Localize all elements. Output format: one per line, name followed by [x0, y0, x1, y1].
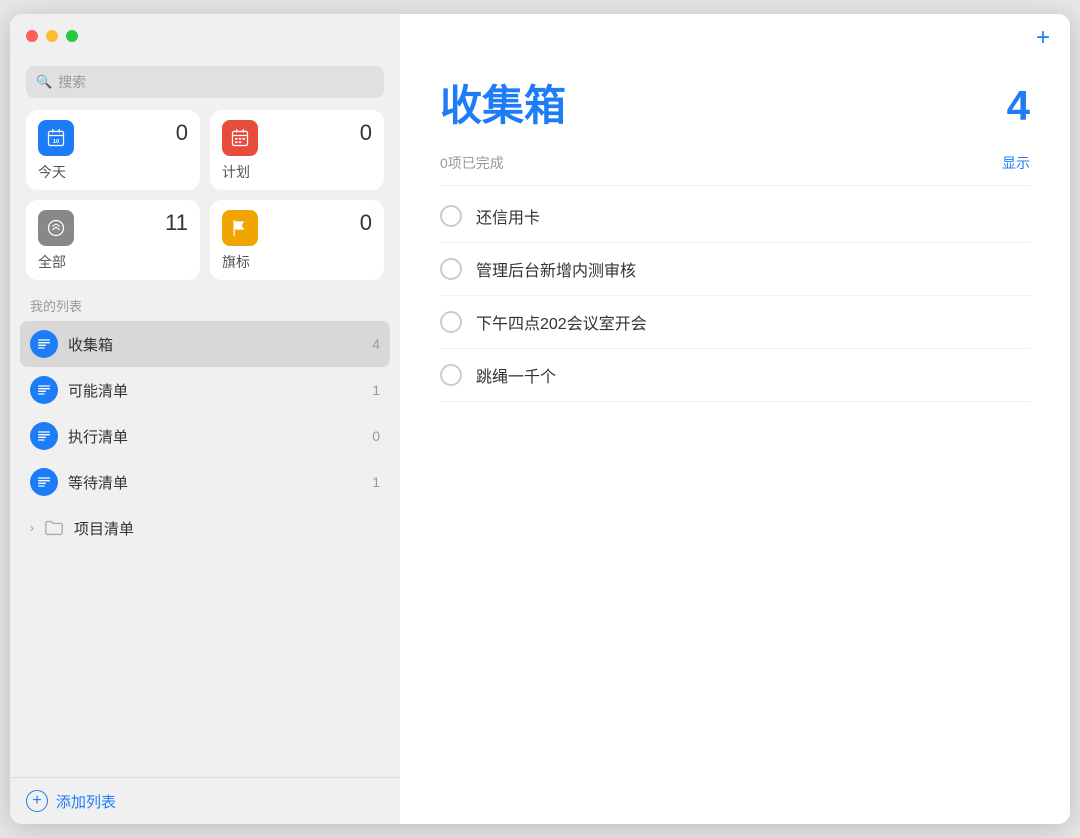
list-item-inbox[interactable]: 收集箱 4	[20, 321, 390, 367]
main-content: + 收集箱 4 0项已完成 显示 还信用卡 管理后台新增内测审核	[400, 14, 1070, 824]
list-item-maybe-count: 1	[372, 382, 380, 398]
smart-card-all[interactable]: 11 全部	[26, 200, 200, 280]
close-button[interactable]	[26, 30, 38, 42]
list-item-inbox-label: 收集箱	[68, 334, 362, 355]
list-item-inbox-icon	[30, 330, 58, 358]
maximize-button[interactable]	[66, 30, 78, 42]
list-item-maybe-icon	[30, 376, 58, 404]
list-item-action-count: 0	[372, 428, 380, 444]
task-circle-4[interactable]	[440, 364, 462, 386]
chevron-right-icon: ›	[30, 521, 34, 535]
list-item-inbox-count: 4	[372, 336, 380, 352]
main-body: 收集箱 4 0项已完成 显示 还信用卡 管理后台新增内测审核 下午四点202会议	[400, 62, 1070, 824]
task-item-2[interactable]: 管理后台新增内测审核	[440, 243, 1030, 296]
list-item-waiting-icon	[30, 468, 58, 496]
titlebar	[10, 14, 400, 58]
project-label: 项目清单	[74, 518, 134, 539]
svg-text:10: 10	[53, 139, 59, 145]
calendar-count: 0	[360, 120, 372, 146]
add-list-label: 添加列表	[56, 791, 116, 812]
sidebar: 🔍 搜索 10 0 今天	[10, 14, 400, 824]
list-item-maybe-label: 可能清单	[68, 380, 362, 401]
show-link[interactable]: 显示	[1002, 153, 1030, 173]
task-text-3: 下午四点202会议室开会	[476, 310, 647, 334]
calendar-icon	[222, 120, 258, 156]
task-text-2: 管理后台新增内测审核	[476, 257, 636, 281]
page-title: 收集箱	[440, 72, 566, 133]
list-item-action-label: 执行清单	[68, 426, 362, 447]
all-icon	[38, 210, 74, 246]
list-item-maybe[interactable]: 可能清单 1	[20, 367, 390, 413]
task-item-3[interactable]: 下午四点202会议室开会	[440, 296, 1030, 349]
task-circle-1[interactable]	[440, 205, 462, 227]
task-text-4: 跳绳一千个	[476, 363, 556, 387]
search-bar[interactable]: 🔍 搜索	[26, 66, 384, 98]
task-count-badge: 4	[1007, 82, 1030, 130]
completed-text: 0项已完成	[440, 153, 504, 173]
all-label: 全部	[38, 252, 188, 272]
flag-label: 旗标	[222, 252, 372, 272]
list-item-waiting[interactable]: 等待清单 1	[20, 459, 390, 505]
list-item-action-icon	[30, 422, 58, 450]
smart-cards-grid: 10 0 今天	[10, 110, 400, 292]
smart-card-calendar[interactable]: 0 计划	[210, 110, 384, 190]
minimize-button[interactable]	[46, 30, 58, 42]
search-placeholder: 搜索	[58, 72, 86, 92]
task-circle-2[interactable]	[440, 258, 462, 280]
my-lists-section-title: 我的列表	[10, 292, 400, 321]
task-list: 还信用卡 管理后台新增内测审核 下午四点202会议室开会 跳绳一千个	[440, 190, 1030, 402]
smart-card-today[interactable]: 10 0 今天	[26, 110, 200, 190]
completed-row: 0项已完成 显示	[440, 145, 1030, 186]
smart-card-flag[interactable]: 0 旗标	[210, 200, 384, 280]
list-item-waiting-label: 等待清单	[68, 472, 362, 493]
folder-icon	[40, 514, 68, 542]
list-items-container: 收集箱 4 可能清单 1 执行清单 0	[10, 321, 400, 777]
today-count: 0	[176, 120, 188, 146]
today-label: 今天	[38, 162, 188, 182]
list-item-action[interactable]: 执行清单 0	[20, 413, 390, 459]
task-text-1: 还信用卡	[476, 204, 540, 228]
app-window: 🔍 搜索 10 0 今天	[10, 14, 1070, 824]
flag-icon	[222, 210, 258, 246]
add-list-icon: +	[26, 790, 48, 812]
task-circle-3[interactable]	[440, 311, 462, 333]
add-list-footer[interactable]: + 添加列表	[10, 777, 400, 824]
today-icon: 10	[38, 120, 74, 156]
flag-count: 0	[360, 210, 372, 236]
list-item-waiting-count: 1	[372, 474, 380, 490]
task-item-1[interactable]: 还信用卡	[440, 190, 1030, 243]
search-icon: 🔍	[36, 74, 52, 90]
project-item[interactable]: › 项目清单	[20, 505, 390, 551]
calendar-label: 计划	[222, 162, 372, 182]
add-task-button[interactable]: +	[1036, 26, 1050, 50]
main-header: +	[400, 14, 1070, 62]
title-row: 收集箱 4	[440, 72, 1030, 141]
all-count: 11	[165, 210, 188, 236]
task-item-4[interactable]: 跳绳一千个	[440, 349, 1030, 402]
